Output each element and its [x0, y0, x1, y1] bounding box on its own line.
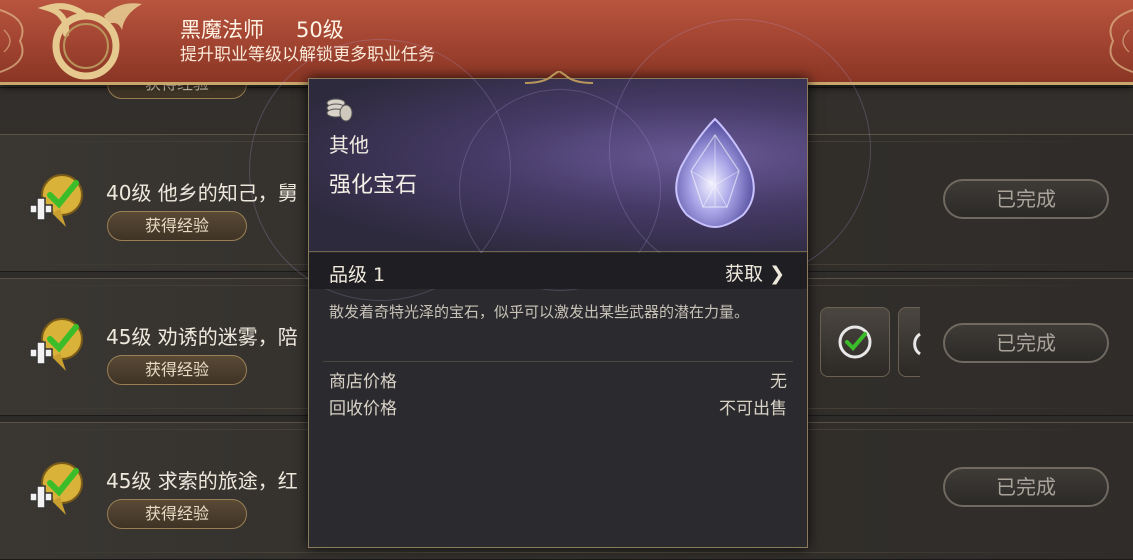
- item-name: 强化宝石: [329, 173, 418, 198]
- item-tooltip: 其他 强化宝石 品级 1 获取 ❯ 散发着奇特光泽的宝石，似乎可以激发出某些武器…: [249, 19, 871, 548]
- item-grade: 品级 1: [329, 264, 386, 286]
- quest-title: 45级 求索的旅途，红: [106, 469, 298, 493]
- exp-reward-button[interactable]: 获得经验: [107, 211, 247, 241]
- shop-price-label: 商店价格: [329, 372, 397, 392]
- reward-slot[interactable]: [820, 307, 890, 377]
- item-description: 散发着奇特光泽的宝石，似乎可以激发出某些武器的潜在力量。: [329, 303, 750, 321]
- recycle-price-value: 不可出售: [719, 399, 787, 419]
- tooltip-header: 其他 强化宝石: [249, 19, 871, 301]
- reward-slot[interactable]: [898, 307, 921, 377]
- obtain-link[interactable]: 获取 ❯: [725, 259, 785, 286]
- recycle-price-label: 回收价格: [329, 399, 397, 419]
- exp-reward-button[interactable]: 获得经验: [107, 499, 247, 529]
- quest-complete-icon: [29, 174, 83, 227]
- recycle-price-row: 回收价格 不可出售: [329, 394, 787, 419]
- exp-reward-button[interactable]: 获得经验: [107, 355, 247, 385]
- shop-price-row: 商店价格 无: [329, 367, 787, 392]
- obtain-label: 获取: [725, 263, 764, 285]
- shop-price-value: 无: [770, 372, 787, 392]
- check-circle-icon: [838, 325, 872, 359]
- banner-ornament: [1109, 9, 1133, 73]
- chevron-right-icon: ❯: [769, 263, 785, 285]
- item-category: 其他: [329, 133, 369, 157]
- grade-row: 品级 1 获取 ❯: [309, 253, 807, 289]
- completed-button[interactable]: 已完成: [943, 179, 1109, 219]
- black-mage-emblem-icon: [38, 3, 142, 80]
- completed-button[interactable]: 已完成: [943, 323, 1109, 363]
- quest-title: 45级 劝诱的迷雾，陪: [106, 325, 298, 349]
- quest-complete-icon: [29, 462, 83, 515]
- quest-complete-icon: [29, 318, 83, 371]
- coin-stack-icon: [326, 98, 353, 122]
- check-circle-icon: [913, 332, 921, 356]
- gem-icon: [675, 117, 755, 229]
- completed-button[interactable]: 已完成: [943, 467, 1109, 507]
- divider: [323, 361, 793, 362]
- tooltip-ornament: [525, 71, 593, 84]
